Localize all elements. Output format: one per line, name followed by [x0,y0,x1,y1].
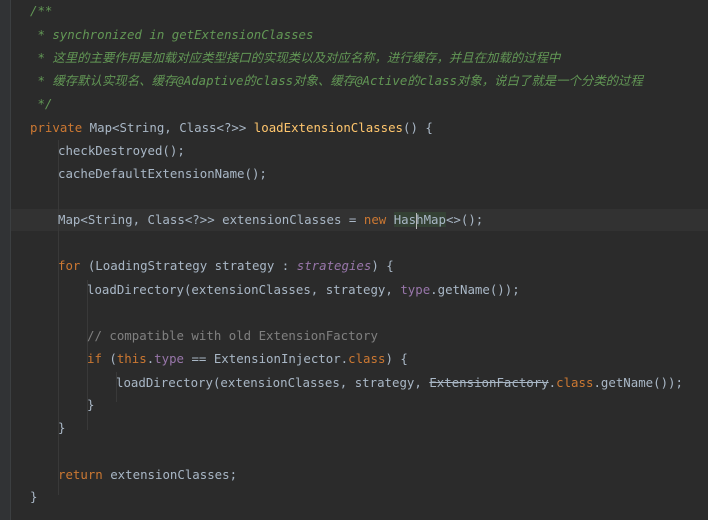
doc-comment-line: * 这里的主要作用是加载对应类型接口的实现类以及对应名称，进行缓存，并且在加载的… [30,50,561,65]
keyword-this: this [116,351,147,366]
closing-brace-method: } [30,489,38,504]
keyword-class: class [348,351,386,366]
strategies-field: strategies [296,258,372,273]
get-name-call: .getName()); [593,375,683,390]
code-line-load-directory-1: loadDirectory(extensionClasses, strategy… [87,280,520,300]
keyword-return: return [58,467,103,482]
method-name: loadExtensionClasses [253,120,403,135]
method-signature: private Map<String, Class<?>> loadExtens… [30,118,433,138]
deprecated-extension-factory: ExtensionFactory [429,375,549,390]
keyword-private: private [30,120,83,135]
code-editor[interactable]: /** * synchronized in getExtensionClasse… [0,0,708,520]
type-field: type [154,351,184,366]
code-line-for: for (LoadingStrategy strategy : strategi… [58,256,394,276]
check-destroyed-call: checkDestroyed(); [58,143,185,158]
closing-brace-for: } [58,420,66,435]
for-tail: ) { [371,258,394,273]
hashmap-part-a: Has [393,212,417,227]
code-line-check-destroyed: checkDestroyed(); [58,141,185,161]
type-field: type [400,282,431,297]
keyword-class: class [556,375,594,390]
signature-rest: () { [403,120,433,135]
hashmap-part-b: hMap [416,212,446,227]
load-directory-call: loadDirectory(extensionClasses, strategy… [87,282,401,297]
editor-gutter[interactable] [0,0,11,520]
load-directory-call: loadDirectory(extensionClasses, strategy… [116,375,430,390]
line-comment: // compatible with old ExtensionFactory [87,328,378,343]
map-declaration: Map<String, Class<?>> extensionClasses = [58,212,364,227]
get-name-call: .getName()); [430,282,520,297]
indent-guide [58,140,59,495]
doc-comment-line: * 缓存默认实现名、缓存@Adaptive的class对象、缓存@Active的… [30,73,643,88]
keyword-if: if [87,351,102,366]
if-compare: == ExtensionInjector. [184,351,349,366]
keyword-new: new [363,212,387,227]
if-close: ) { [385,351,408,366]
code-line-map-decl: Map<String, Class<?>> extensionClasses =… [58,210,483,230]
map-tail: <>(); [445,212,484,227]
doc-comment-close: */ [30,96,53,111]
keyword-for: for [58,258,81,273]
doc-comment-line: * synchronized in getExtensionClasses [30,27,314,42]
doc-comment-open: /** [30,3,53,18]
hashmap-identifier: HashMap [393,212,446,229]
return-value: extensionClasses; [102,467,238,482]
if-paren: ( [101,351,117,366]
code-line-cache-default: cacheDefaultExtensionName(); [58,164,267,184]
code-line-load-directory-2: loadDirectory(extensionClasses, strategy… [116,373,683,393]
code-line-return: return extensionClasses; [58,465,237,485]
code-line-if: if (this.type == ExtensionInjector.class… [87,349,408,369]
for-mid: (LoadingStrategy strategy : [80,258,297,273]
closing-brace-if: } [87,397,95,412]
return-type: Map<String, Class<?>> [82,120,254,135]
cache-default-call: cacheDefaultExtensionName(); [58,166,267,181]
